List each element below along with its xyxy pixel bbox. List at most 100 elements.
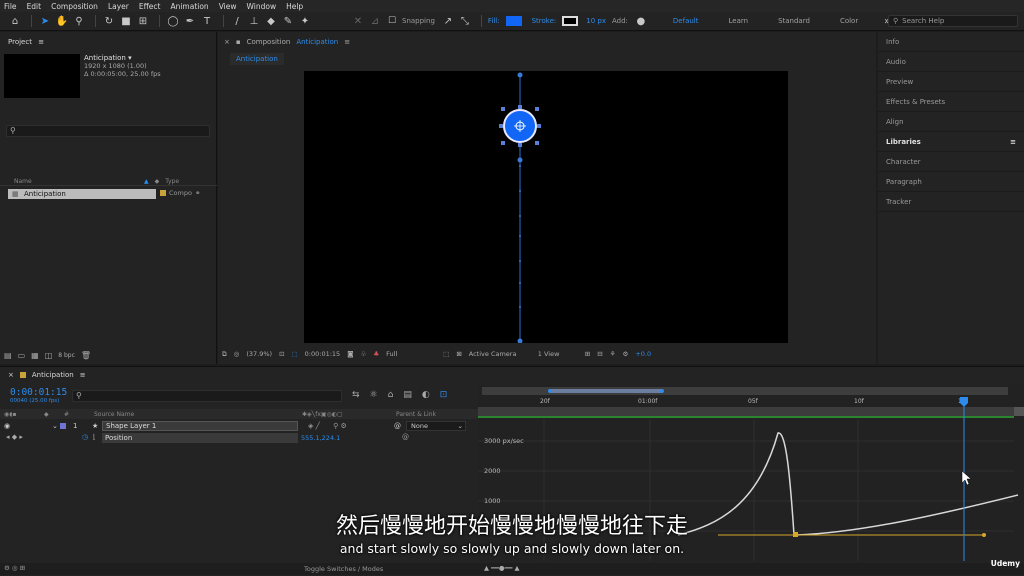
zoom-slider[interactable]: ▲ ━━●━━ ▲: [484, 564, 519, 572]
footer-icons[interactable]: ⚙ ◎ ⊞: [4, 564, 25, 572]
panel-align[interactable]: Align: [878, 112, 1024, 132]
panel-menu-icon[interactable]: ≡: [1010, 138, 1016, 146]
menu-animation[interactable]: Animation: [170, 2, 208, 11]
rotate-tool-icon[interactable]: ↻: [102, 14, 116, 28]
resolution-select[interactable]: Full: [386, 350, 436, 358]
stopwatch-icon[interactable]: ◷: [82, 433, 88, 441]
timeline-current-time[interactable]: 0:00:01:15: [10, 387, 67, 398]
add-shape-property-icon[interactable]: ●: [634, 14, 648, 28]
layer-color-label[interactable]: [60, 423, 66, 429]
home-icon[interactable]: ⌂: [8, 14, 22, 28]
layer-switches[interactable]: ◈ ╱ ⚲ ⚙: [308, 422, 347, 430]
project-tab[interactable]: Project ≡: [8, 38, 44, 46]
panel-info[interactable]: Info: [878, 32, 1024, 52]
layer-name[interactable]: Shape Layer 1: [102, 421, 298, 431]
pen-tool-icon[interactable]: ✒: [183, 14, 197, 28]
always-preview-icon[interactable]: ⧉: [222, 350, 227, 359]
composition-name[interactable]: Anticipation: [296, 38, 338, 46]
flowchart-icon[interactable]: ⚭: [195, 189, 200, 197]
comp-mini-flowchart-icon[interactable]: ⇆: [352, 390, 360, 400]
menu-edit[interactable]: Edit: [27, 2, 42, 11]
panel-character[interactable]: Character: [878, 152, 1024, 172]
menu-window[interactable]: Window: [247, 2, 277, 11]
name-column-header[interactable]: Name: [14, 178, 144, 185]
source-name-header[interactable]: Source Name: [94, 411, 302, 418]
magnification-value[interactable]: (37.9%): [246, 350, 272, 358]
snap-feature-icon[interactable]: ⤡: [458, 14, 472, 28]
position-property-row[interactable]: ◂ ◆ ▸ ◷ ⌊ Position 555.1,224.1 @: [0, 433, 478, 443]
shape-tool-icon[interactable]: ◯: [166, 14, 180, 28]
type-tool-icon[interactable]: T: [200, 14, 214, 28]
timeline-search-input[interactable]: ⚲: [72, 390, 342, 402]
pickwhip-icon[interactable]: @: [394, 422, 401, 430]
panel-paragraph[interactable]: Paragraph: [878, 172, 1024, 192]
panel-libraries[interactable]: Libraries ≡: [878, 132, 1024, 152]
show-snapshot-icon[interactable]: ♧: [361, 350, 367, 358]
parent-link-header[interactable]: Parent & Link: [396, 411, 436, 418]
trash-icon[interactable]: 🗑: [81, 351, 91, 360]
panel-tracker[interactable]: Tracker: [878, 192, 1024, 212]
close-icon[interactable]: ×: [8, 371, 14, 379]
puppet-tool-icon[interactable]: ✦: [298, 14, 312, 28]
timeline-tab[interactable]: × Anticipation ≡: [8, 371, 86, 379]
stroke-width-value[interactable]: 10 px: [586, 17, 606, 25]
panel-audio[interactable]: Audio: [878, 52, 1024, 72]
flowchart-icon[interactable]: ⚙: [623, 350, 629, 358]
clone-stamp-tool-icon[interactable]: ⊥: [247, 14, 261, 28]
fill-color-swatch[interactable]: [505, 16, 522, 26]
project-settings-icon[interactable]: ◫: [45, 351, 53, 360]
graph-toggle-icon[interactable]: ⌊: [93, 433, 96, 441]
workspace-color[interactable]: Color: [840, 17, 858, 25]
frame-blending-icon[interactable]: ▤: [403, 390, 412, 400]
vr-icon[interactable]: ◎: [234, 350, 240, 358]
new-folder-icon[interactable]: ▭: [18, 351, 26, 360]
brush-tool-icon[interactable]: /: [230, 14, 244, 28]
exposure-value[interactable]: +0.0: [635, 350, 651, 358]
search-help-field[interactable]: ⚲ Search Help: [888, 15, 1018, 27]
grid-guide-icon[interactable]: ⊞: [585, 350, 590, 358]
hand-tool-icon[interactable]: ✋: [55, 14, 69, 28]
toggle-switches-modes[interactable]: Toggle Switches / Modes: [304, 565, 383, 573]
close-icon[interactable]: ×: [224, 38, 230, 46]
panel-effects-presets[interactable]: Effects & Presets: [878, 92, 1024, 112]
camera-tool-icon[interactable]: ■: [119, 14, 133, 28]
type-column-header[interactable]: Type: [165, 178, 179, 185]
menu-layer[interactable]: Layer: [108, 2, 129, 11]
camera-select[interactable]: Active Camera: [469, 350, 531, 358]
channel-icon[interactable]: ♣: [373, 350, 379, 358]
current-time-value[interactable]: 0:00:01:15: [305, 350, 341, 358]
selection-tool-icon[interactable]: ➤: [38, 14, 52, 28]
snap-options-icon[interactable]: ⊿: [368, 14, 382, 28]
transparency-grid-icon[interactable]: ⊠: [456, 350, 461, 358]
draft-3d-icon[interactable]: ⚛: [370, 390, 378, 400]
project-search-input[interactable]: ⚲: [6, 125, 210, 137]
expression-pickwhip-icon[interactable]: @: [402, 433, 409, 441]
new-comp-icon[interactable]: ▦: [31, 351, 39, 360]
fast-previews-icon[interactable]: ⚘: [610, 350, 616, 358]
snapshot-icon[interactable]: ◙: [347, 350, 353, 358]
menu-view[interactable]: View: [219, 2, 237, 11]
project-item-anticipation[interactable]: ▦ Anticipation: [8, 189, 156, 199]
menu-composition[interactable]: Composition: [51, 2, 98, 11]
panel-menu-icon[interactable]: ≡: [344, 38, 350, 46]
graph-editor-icon[interactable]: ⊡: [440, 390, 448, 400]
zoom-tool-icon[interactable]: ⚲: [72, 14, 86, 28]
menu-help[interactable]: Help: [286, 2, 303, 11]
parent-select[interactable]: None ⌄: [406, 421, 466, 431]
stroke-color-swatch[interactable]: [562, 16, 579, 26]
workspace-learn[interactable]: Learn: [729, 17, 749, 25]
motion-blur-icon[interactable]: ◐: [422, 390, 430, 400]
label-color-swatch[interactable]: [160, 190, 166, 196]
keyframe-navigator-icon[interactable]: ◂ ◆ ▸: [6, 433, 23, 441]
roto-brush-tool-icon[interactable]: ✎: [281, 14, 295, 28]
snap-edge-icon[interactable]: ↗: [441, 14, 455, 28]
composition-viewer[interactable]: [304, 71, 788, 344]
region-of-interest-icon[interactable]: ⬚: [443, 350, 449, 358]
mask-visibility-icon[interactable]: ⬚: [292, 350, 298, 358]
panel-preview[interactable]: Preview: [878, 72, 1024, 92]
composition-subtab[interactable]: Anticipation: [230, 53, 284, 65]
menu-effect[interactable]: Effect: [139, 2, 161, 11]
workspace-default[interactable]: Default: [673, 17, 699, 25]
project-comp-name[interactable]: Anticipation ▾: [84, 54, 161, 62]
position-value[interactable]: 555.1,224.1: [301, 433, 340, 443]
